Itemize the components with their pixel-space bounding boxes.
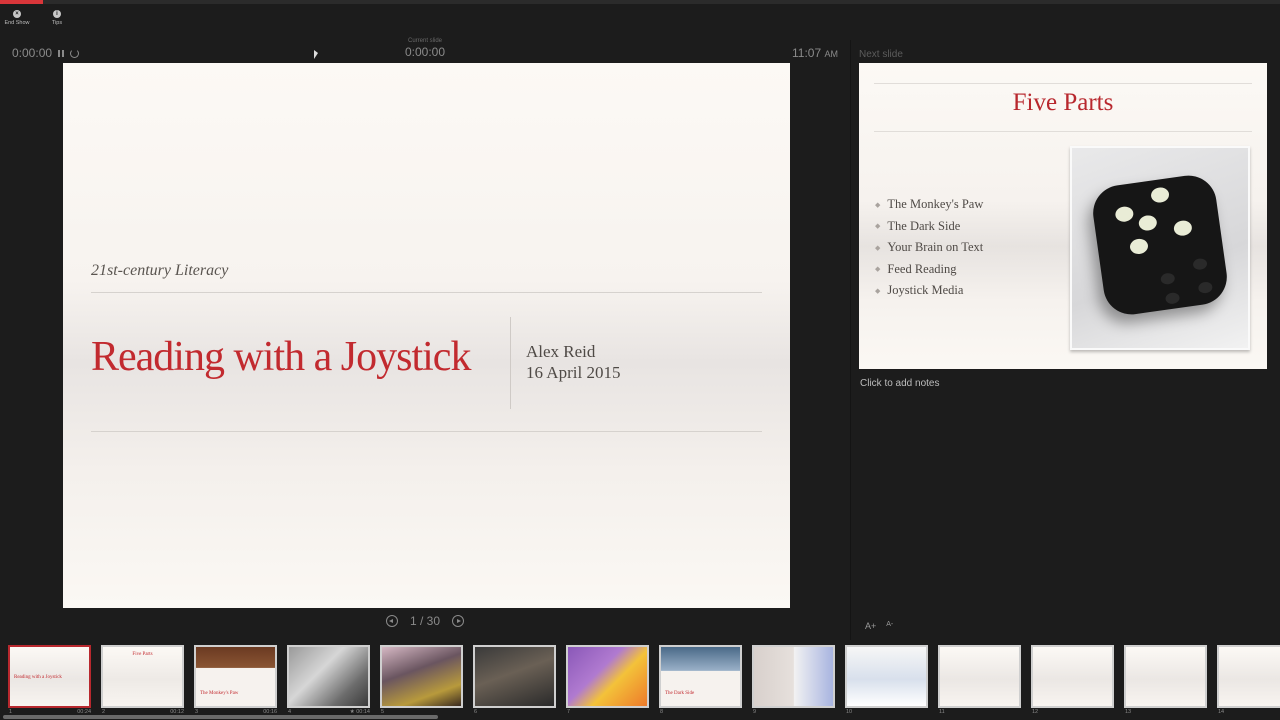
- slide-navigation: 1 / 30: [386, 614, 465, 628]
- thumbnail-scrollbar[interactable]: [3, 715, 438, 719]
- slide-thumbnail-7[interactable]: [566, 645, 649, 708]
- thumbnail-number: 11: [939, 709, 945, 715]
- thumbnail-title: Five Parts: [132, 652, 153, 657]
- bullet-item: ◆ Feed Reading: [875, 259, 983, 281]
- slide-thumbnail-4[interactable]: [287, 645, 370, 708]
- elapsed-time: 0:00:00: [12, 46, 53, 60]
- bullet-item: ◆ The Monkey's Paw: [875, 194, 983, 216]
- notes-field[interactable]: Click to add notes: [860, 378, 940, 389]
- bullet-item: ◆ The Dark Side: [875, 216, 983, 238]
- slide-thumbnail-11[interactable]: [938, 645, 1021, 708]
- notes-font-controls: A+ A-: [865, 621, 893, 631]
- dice-photo: [1070, 146, 1250, 350]
- bullet-item: ◆ Your Brain on Text: [875, 237, 983, 259]
- die-pip: [1150, 186, 1170, 204]
- thumbnail-number: 8: [660, 709, 664, 715]
- slide-author-block: Alex Reid 16 April 2015: [526, 341, 620, 383]
- presentation-progress-bar: [0, 0, 1280, 4]
- slide-rule-bottom: [91, 431, 762, 432]
- thumbnail-number: 12: [1032, 709, 1039, 715]
- current-slide-timer: Current slide 0:00:00: [385, 38, 465, 59]
- slide-thumbnail-10[interactable]: [845, 645, 928, 708]
- clock-time: 11:07: [792, 46, 822, 60]
- thumbnail-number: 9: [753, 709, 757, 715]
- thumbnail-number: 6: [474, 709, 478, 715]
- bullet-icon: ◆: [875, 222, 881, 231]
- slide-thumbnail-strip: Reading with a Joystick 1 00:24 Five Parts 2…: [0, 640, 1280, 720]
- die-pip: [1129, 237, 1149, 256]
- slide-author: Alex Reid: [526, 342, 596, 361]
- thumbnail-title: The Dark Side: [665, 691, 695, 696]
- previous-slide-icon[interactable]: [386, 615, 398, 627]
- elapsed-timer: 0:00:00: [12, 46, 80, 60]
- bullet-text: Feed Reading: [887, 261, 957, 276]
- die-pip: [1164, 291, 1181, 305]
- bullet-text: The Monkey's Paw: [887, 197, 984, 212]
- slide-thumbnail-13[interactable]: [1124, 645, 1207, 708]
- next-slide-rule-top: [874, 83, 1252, 84]
- die-pip: [1160, 272, 1176, 286]
- panel-divider[interactable]: [850, 40, 851, 640]
- slide-thumbnail-6[interactable]: [473, 645, 556, 708]
- info-icon: i: [53, 10, 61, 18]
- end-show-label: End Show: [4, 20, 30, 26]
- end-show-button[interactable]: × End Show: [3, 4, 31, 34]
- thumbnail-title: Reading with a Joystick: [14, 675, 62, 680]
- bullet-icon: ◆: [875, 286, 881, 295]
- slide-date: 16 April 2015: [526, 363, 621, 382]
- thumbnail-number: 13: [1125, 709, 1132, 715]
- next-slide-label: Next slide: [859, 49, 903, 60]
- slide-thumbnail-3[interactable]: The Monkey's Paw: [194, 645, 277, 708]
- slide-thumbnail-2[interactable]: Five Parts: [101, 645, 184, 708]
- bullet-text: Joystick Media: [887, 283, 964, 298]
- slide-rule-top: [91, 292, 762, 293]
- next-slide-bullets: ◆ The Monkey's Paw ◆ The Dark Side ◆ Your B…: [875, 194, 983, 302]
- slide-title: Reading with a Joystick: [91, 334, 471, 380]
- slide-thumbnail-12[interactable]: [1031, 645, 1114, 708]
- current-slide-time: 0:00:00: [404, 45, 446, 59]
- bullet-item: ◆ Joystick Media: [875, 280, 983, 302]
- close-icon: ×: [13, 10, 21, 18]
- thumbnail-number: 7: [567, 709, 571, 715]
- bullet-text: Your Brain on Text: [887, 240, 984, 255]
- thumbnail-number: 10: [846, 709, 853, 715]
- die-pip: [1197, 281, 1214, 295]
- reset-timer-icon[interactable]: [70, 48, 80, 58]
- next-slide-icon[interactable]: [452, 615, 465, 627]
- tips-button[interactable]: i Tips: [43, 4, 71, 34]
- thumbnail-number: 14: [1218, 709, 1225, 715]
- bullet-text: The Dark Side: [887, 218, 961, 233]
- next-slide-rule-bottom: [874, 131, 1252, 132]
- slide-thumbnail-14[interactable]: [1217, 645, 1280, 708]
- bullet-icon: ◆: [875, 265, 881, 274]
- die-pip: [1114, 205, 1135, 223]
- bullet-icon: ◆: [875, 243, 881, 252]
- current-slide-view[interactable]: 21st-century Literacy Reading with a Joy…: [63, 63, 790, 608]
- slide-thumbnail-9[interactable]: [752, 645, 835, 708]
- die-pip: [1172, 219, 1193, 237]
- increase-font-button[interactable]: A+: [865, 621, 876, 631]
- die-icon: [1089, 172, 1231, 318]
- presenter-toolbar: × End Show i Tips: [0, 4, 71, 34]
- slide-subtitle: 21st-century Literacy: [91, 262, 229, 279]
- slide-thumbnail-5[interactable]: [380, 645, 463, 708]
- tips-label: Tips: [51, 20, 63, 26]
- thumbnail-title: The Monkey's Paw: [200, 691, 239, 696]
- die-pip: [1192, 257, 1208, 271]
- bullet-icon: ◆: [875, 200, 881, 209]
- slide-thumbnail-8[interactable]: The Dark Side: [659, 645, 742, 708]
- slide-thumbnail-1[interactable]: Reading with a Joystick: [8, 645, 91, 708]
- next-slide-title: Five Parts: [1012, 89, 1114, 116]
- next-slide-preview: Five Parts ◆ The Monkey's Paw ◆ The Dark S…: [859, 63, 1267, 369]
- die-pip: [1137, 214, 1158, 232]
- mouse-cursor-icon: [314, 50, 318, 59]
- pause-icon[interactable]: [58, 49, 65, 57]
- slide-counter: 1 / 30: [410, 614, 441, 628]
- clock-ampm: AM: [824, 49, 838, 59]
- decrease-font-button[interactable]: A-: [886, 621, 893, 631]
- current-slide-label: Current slide: [407, 38, 442, 44]
- clock: 11:07 AM: [792, 46, 838, 60]
- slide-vertical-divider: [510, 317, 511, 409]
